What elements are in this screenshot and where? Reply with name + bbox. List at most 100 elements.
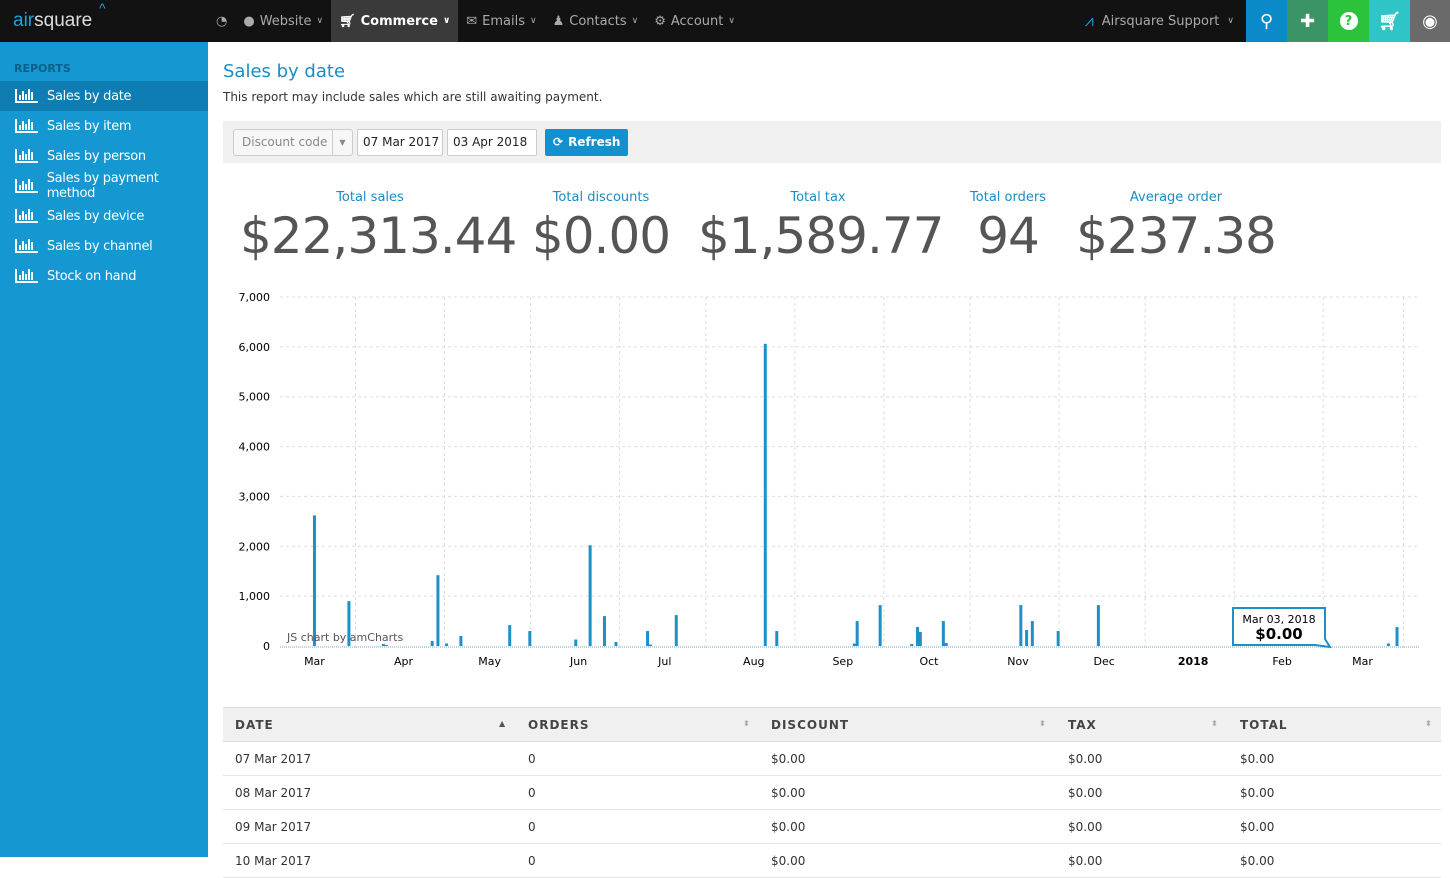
bar xyxy=(459,636,463,646)
bar-chart-icon xyxy=(15,119,38,133)
table-cell: $0.00 xyxy=(1068,819,1103,834)
airsquare-logo[interactable]: airsquare ^ xyxy=(0,0,208,42)
stat-value: $237.38 xyxy=(1076,207,1277,265)
sidebar: REPORTS Sales by date Sales by item Sales … xyxy=(0,42,208,857)
table-cell: $0.00 xyxy=(771,853,806,868)
nav-label: Commerce xyxy=(360,13,438,29)
table-row[interactable]: 08 Mar 2017 0 $0.00 $0.00 $0.00 xyxy=(223,776,1441,810)
bar xyxy=(855,621,859,646)
sidebar-item[interactable]: Sales by date xyxy=(0,81,208,111)
bar xyxy=(430,641,434,646)
bar xyxy=(1025,630,1029,646)
eye-icon: ◉ xyxy=(1422,10,1438,32)
stat-label: Total discounts xyxy=(552,190,650,205)
table-cell: $0.00 xyxy=(1068,853,1103,868)
bar-chart-icon xyxy=(15,179,38,193)
sidebar-item[interactable]: Sales by payment method xyxy=(0,171,208,201)
nav-emails[interactable]: ✉ Emails ∨ xyxy=(458,0,544,42)
cart-button[interactable]: 🛒︎ xyxy=(1369,0,1410,42)
table-cell: 0 xyxy=(528,785,536,800)
sidebar-item-label: Sales by person xyxy=(47,148,146,164)
x-tick-label: Apr xyxy=(394,655,414,668)
bar xyxy=(1395,627,1399,646)
nav-account[interactable]: ⚙ Account ∨ xyxy=(646,0,743,42)
col-tax[interactable]: TAX xyxy=(1068,708,1097,741)
dropdown-arrow-icon: ▼ xyxy=(332,129,352,155)
discount-placeholder: Discount code xyxy=(242,135,328,149)
table-row[interactable]: 07 Mar 2017 0 $0.00 $0.00 $0.00 xyxy=(223,742,1441,776)
nav-commerce[interactable]: 🛒︎ Commerce ∨ xyxy=(331,0,459,42)
gear-icon: ⚙ xyxy=(654,13,666,29)
stat-total-tax: Total tax $1,589.77 xyxy=(698,190,944,265)
refresh-button[interactable]: ⟳ Refresh xyxy=(545,128,629,156)
y-tick-label: 3,000 xyxy=(239,490,271,503)
col-total[interactable]: TOTAL xyxy=(1240,708,1288,741)
table-cell: $0.00 xyxy=(1240,853,1275,868)
chart-tooltip: Mar 03, 2018$0.00 xyxy=(1232,607,1332,649)
x-tick-label: Dec xyxy=(1093,655,1114,668)
col-date[interactable]: DATE xyxy=(235,708,274,741)
sidebar-item-label: Stock on hand xyxy=(47,268,137,284)
sidebar-heading: REPORTS xyxy=(14,62,71,75)
table-cell: $0.00 xyxy=(1240,819,1275,834)
nav-website[interactable]: ● Website ∨ xyxy=(235,0,331,42)
from-date-input[interactable]: 07 Mar 2017 xyxy=(357,128,443,156)
sort-icon[interactable]: ⬍ xyxy=(743,719,751,728)
sidebar-item[interactable]: Sales by channel xyxy=(0,231,208,261)
table-cell: 0 xyxy=(528,819,536,834)
sort-icon[interactable]: ⬍ xyxy=(1425,719,1433,728)
user-icon: ♟ xyxy=(552,13,565,29)
table-row[interactable]: 09 Mar 2017 0 $0.00 $0.00 $0.00 xyxy=(223,810,1441,844)
sidebar-item[interactable]: Sales by person xyxy=(0,141,208,171)
bar xyxy=(588,545,592,646)
table-cell: $0.00 xyxy=(1240,751,1275,766)
bar xyxy=(436,575,440,646)
table-cell: 08 Mar 2017 xyxy=(235,785,312,800)
sort-icon[interactable]: ⬍ xyxy=(1211,719,1219,728)
help-button[interactable]: ? xyxy=(1328,0,1369,42)
chevron-down-icon: ∨ xyxy=(530,16,537,26)
preview-button[interactable]: ◉ xyxy=(1410,0,1450,42)
x-tick-label: Feb xyxy=(1272,655,1291,668)
plus-icon: ✚ xyxy=(1299,10,1316,32)
bar xyxy=(763,343,767,646)
stat-average-order: Average order $237.38 xyxy=(1076,190,1277,265)
x-tick-label: Jul xyxy=(657,655,671,668)
y-tick-label: 2,000 xyxy=(239,540,271,553)
bar xyxy=(574,639,578,646)
table-cell: 09 Mar 2017 xyxy=(235,819,312,834)
nav-dashboard[interactable]: ◔ xyxy=(208,0,235,42)
nav-contacts[interactable]: ♟ Contacts ∨ xyxy=(545,0,647,42)
bar xyxy=(1386,643,1390,646)
main-content: Sales by date This report may include sa… xyxy=(223,42,1441,163)
sidebar-item[interactable]: Sales by item xyxy=(0,111,208,141)
amcharts-credit: JS chart by amCharts xyxy=(286,631,403,644)
search-button[interactable]: ⚲ xyxy=(1246,0,1287,42)
sidebar-item[interactable]: Sales by device xyxy=(0,201,208,231)
stat-label: Total sales xyxy=(336,190,404,205)
to-date-input[interactable]: 03 Apr 2018 xyxy=(447,128,537,156)
table-row[interactable]: 10 Mar 2017 0 $0.00 $0.00 $0.00 xyxy=(223,844,1441,878)
col-discount[interactable]: DISCOUNT xyxy=(771,708,849,741)
chevron-down-icon: ∨ xyxy=(316,16,324,26)
y-tick-label: 4,000 xyxy=(239,441,271,454)
bar xyxy=(648,644,652,646)
sort-asc-icon[interactable]: ▲ xyxy=(499,719,506,728)
sales-chart[interactable]: 0 1,000 2,000 3,000 4,000 5,000 6,000 7,000 Mar A… xyxy=(223,285,1441,680)
x-tick-label: Mar xyxy=(304,655,325,668)
bar-chart-icon xyxy=(15,89,38,103)
sidebar-item[interactable]: Stock on hand xyxy=(0,261,208,291)
stat-label: Total orders xyxy=(970,190,1046,205)
stat-label: Total tax xyxy=(790,190,846,205)
bar xyxy=(381,644,385,646)
sidebar-item-label: Sales by date xyxy=(47,88,132,104)
col-orders[interactable]: ORDERS xyxy=(528,708,589,741)
discount-code-select[interactable]: Discount code ▼ xyxy=(233,128,353,156)
bar xyxy=(646,631,650,646)
add-button[interactable]: ✚ xyxy=(1287,0,1328,42)
support-menu[interactable]: ⩘ Airsquare Support ∨ xyxy=(1085,11,1246,31)
chevron-down-icon: ∨ xyxy=(631,16,639,26)
sort-icon[interactable]: ⬍ xyxy=(1039,719,1047,728)
nav-label: Contacts xyxy=(569,13,627,29)
cart-icon: 🛒︎ xyxy=(339,13,356,29)
